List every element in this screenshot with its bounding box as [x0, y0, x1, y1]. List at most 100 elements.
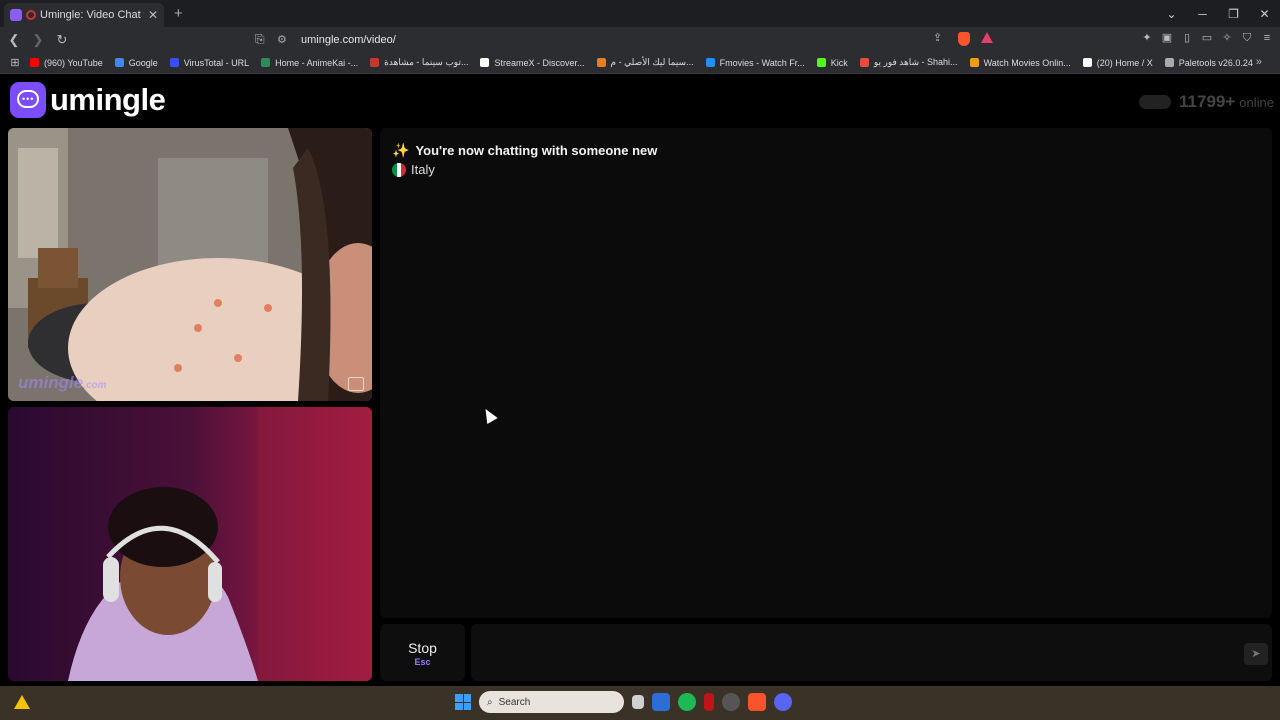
taskbar-search-placeholder: Search	[498, 696, 531, 708]
bookmark-favicon-icon	[114, 58, 124, 67]
bookmark-favicon-icon	[816, 58, 826, 67]
italy-flag-icon	[392, 162, 406, 177]
brave-shields-icon[interactable]	[958, 32, 970, 46]
back-arrow-icon[interactable]: ❮	[4, 32, 24, 48]
brave-rewards-icon[interactable]	[981, 32, 993, 43]
bookmark-item[interactable]: VirusTotal - URL	[169, 57, 250, 68]
bookmark-icon[interactable]: ⎘	[255, 32, 277, 47]
red-app-icon[interactable]	[704, 693, 714, 711]
discord-icon[interactable]	[774, 693, 792, 711]
extensions-icon[interactable]: ✦	[1140, 31, 1154, 45]
message-input[interactable]	[471, 624, 1272, 681]
spotify-icon[interactable]	[678, 693, 696, 711]
store-icon[interactable]	[652, 693, 670, 711]
system-message-text: You're now chatting with someone new	[415, 143, 658, 158]
bookmark-item[interactable]: شاهد فور يو - Shahi...	[859, 57, 958, 68]
url-text[interactable]: umingle.com/video/	[301, 34, 396, 46]
watermark-suffix: .com	[83, 380, 107, 391]
bookmark-item[interactable]: (20) Home / X	[1082, 58, 1153, 68]
bookmark-favicon-icon	[30, 58, 39, 67]
online-status-pill	[1139, 95, 1172, 109]
sidebar-icon[interactable]: ▯	[1180, 31, 1194, 45]
apps-grid-icon[interactable]: ⊞	[0, 56, 30, 69]
windows-start-icon[interactable]	[455, 694, 471, 710]
bookmark-label: توب سينما - مشاهدة...	[384, 57, 469, 67]
self-video	[8, 407, 372, 681]
taskbar-search[interactable]: ⌕ Search	[479, 691, 624, 713]
search-icon: ⌕	[487, 696, 493, 708]
bookmark-favicon-icon	[859, 58, 869, 67]
bookmark-item[interactable]: سيما ليك الأصلي - م...	[596, 57, 694, 68]
country-name: Italy	[411, 162, 435, 177]
vpn-icon[interactable]: ⛉	[1240, 31, 1254, 45]
tab-groups-icon[interactable]: ▣	[1160, 31, 1174, 45]
bookmark-item[interactable]: Paletools v26.0.24	[1164, 57, 1253, 68]
bookmark-favicon-icon	[480, 58, 490, 67]
bookmark-label: Watch Movies Onlin...	[983, 57, 1071, 68]
bookmark-label: شاهد فور يو - Shahi...	[873, 57, 958, 67]
bookmark-item[interactable]: Google	[114, 58, 158, 68]
report-flag-icon[interactable]	[348, 377, 364, 391]
online-label: online	[1239, 94, 1274, 110]
reload-icon[interactable]: ↻	[52, 32, 72, 48]
system-message: ✨ You're now chatting with someone new	[392, 142, 657, 159]
browser-toolbar: ❮ ❯ ↻ ⎘ ⚙ umingle.com/video/ ⇪ ✦ ▣ ▯ ▭ ✧…	[0, 27, 1280, 52]
bookmark-item[interactable]: Home - AnimeKai -...	[261, 58, 358, 68]
menu-icon[interactable]: ≡	[1260, 31, 1274, 45]
more-bookmarks-icon[interactable]: »	[1256, 56, 1262, 68]
send-icon[interactable]: ➤	[1244, 643, 1268, 665]
watermark: umingle.com	[18, 373, 107, 393]
sparkles-icon: ✨	[392, 142, 410, 158]
bookmark-item[interactable]: Kick	[816, 58, 848, 68]
bookmark-favicon-icon	[169, 58, 179, 67]
bookmark-label: Home - AnimeKai -...	[275, 57, 359, 68]
window-controls: ⌄ ─ ❐ ✕	[1156, 0, 1280, 27]
bookmark-item[interactable]: Watch Movies Onlin...	[969, 57, 1071, 68]
stop-shortcut: Esc	[414, 657, 431, 667]
bookmark-label: سيما ليك الأصلي - م...	[610, 57, 694, 67]
stranger-video: umingle.com	[8, 128, 372, 401]
umingle-favicon-icon	[10, 9, 22, 21]
minimize-icon[interactable]: ─	[1187, 7, 1218, 21]
browser-tab-umingle[interactable]: Umingle: Video Chat with Str ✕	[4, 3, 164, 27]
online-count: 11799+	[1179, 92, 1236, 111]
share-icon[interactable]: ⇪	[933, 31, 942, 44]
bookmark-label: Paletools v26.0.24	[1178, 57, 1253, 68]
site-info-icon[interactable]: ⚙	[277, 33, 301, 46]
browser-tab-bar: Umingle: Video Chat with Str ✕ + ⌄ ─ ❐ ✕	[0, 0, 1280, 27]
task-view-icon[interactable]	[632, 695, 644, 709]
windows-taskbar: ⌕ Search	[0, 686, 1280, 720]
chat-panel: ✨ You're now chatting with someone new I…	[380, 128, 1272, 618]
stop-button[interactable]: Stop Esc	[380, 624, 465, 681]
restore-icon[interactable]: ❐	[1218, 7, 1249, 21]
bookmark-favicon-icon	[370, 58, 380, 67]
site-logo[interactable]: ••• umingle	[10, 82, 166, 118]
bookmark-item[interactable]: Fmovies - Watch Fr...	[705, 57, 805, 68]
bookmark-item[interactable]: توب سينما - مشاهدة...	[370, 57, 468, 68]
tab-search-chevron-icon[interactable]: ⌄	[1156, 7, 1187, 21]
online-counter: 11799+ online	[1139, 92, 1274, 112]
bookmark-favicon-icon	[596, 58, 606, 67]
bookmark-label: Fmovies - Watch Fr...	[719, 57, 805, 68]
bookmark-label: StreameX - Discover...	[494, 57, 585, 68]
warning-icon[interactable]	[14, 695, 30, 709]
bookmark-label: VirusTotal - URL	[183, 57, 250, 68]
stop-label: Stop	[408, 640, 437, 656]
forward-arrow-icon[interactable]: ❯	[28, 32, 48, 48]
steam-icon[interactable]	[722, 693, 740, 711]
bookmark-item[interactable]: (960) YouTube	[30, 58, 103, 68]
recording-indicator-icon	[26, 10, 36, 20]
chat-bubble-logo-icon: •••	[10, 82, 46, 118]
brave-browser-icon[interactable]	[748, 693, 766, 711]
close-tab-icon[interactable]: ✕	[148, 8, 158, 22]
tab-title: Umingle: Video Chat with Str	[40, 9, 144, 21]
bookmark-favicon-icon	[1082, 58, 1092, 67]
self-video-frame	[8, 407, 372, 681]
bookmark-item[interactable]: StreameX - Discover...	[480, 57, 585, 68]
close-window-icon[interactable]: ✕	[1249, 7, 1280, 21]
leo-ai-icon[interactable]: ✧	[1220, 31, 1234, 45]
wallet-icon[interactable]: ▭	[1200, 31, 1214, 45]
bookmarks-bar: ⊞ (960) YouTube Google VirusTotal - URL Hom…	[0, 52, 1280, 74]
new-tab-button[interactable]: +	[174, 5, 183, 22]
address-bar[interactable]: ⎘ ⚙ umingle.com/video/	[255, 29, 1000, 50]
